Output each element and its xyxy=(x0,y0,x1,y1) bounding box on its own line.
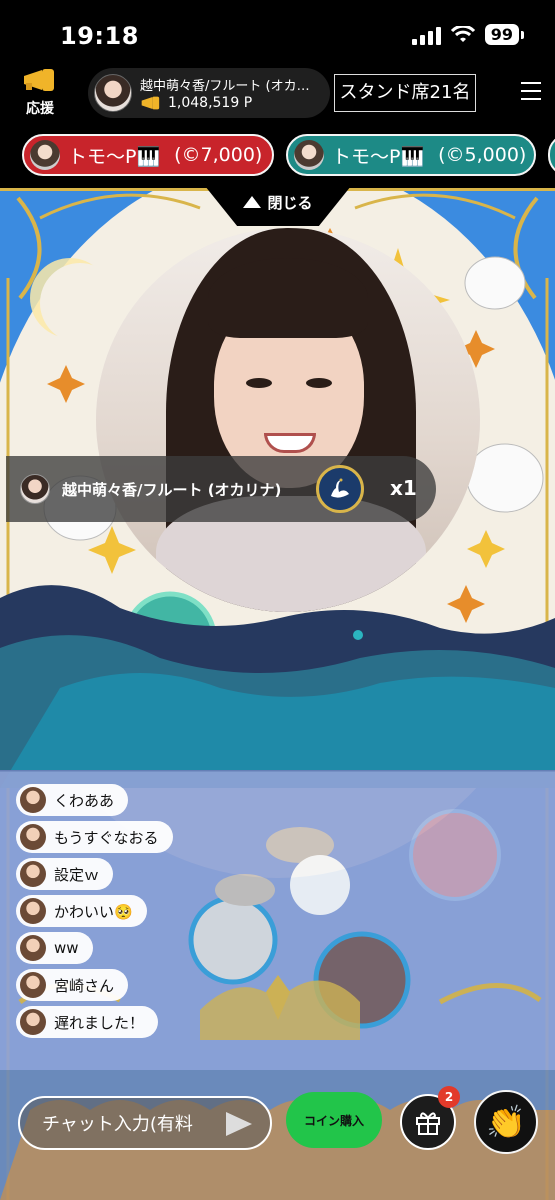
performer-video[interactable] xyxy=(96,228,480,612)
chat-message[interactable]: くわああ xyxy=(16,784,129,816)
chat-text: 設定ｗ xyxy=(54,865,100,884)
chat-text: 遅れました！ xyxy=(54,1013,145,1032)
cheer-label: 応援 xyxy=(26,101,54,117)
avatar xyxy=(294,140,324,170)
chat-text: ww xyxy=(54,939,79,957)
header: 応援 越中萌々香/フルート (オカ… 1,048,519 P スタンド席21名 xyxy=(0,64,555,124)
send-icon[interactable] xyxy=(226,1112,252,1136)
menu-icon[interactable] xyxy=(521,82,541,106)
avatar xyxy=(30,140,60,170)
status-time: 19:18 xyxy=(60,22,139,50)
wifi-icon xyxy=(450,25,475,42)
avatar xyxy=(20,474,50,504)
ranking-amount: (©5,000) xyxy=(438,144,527,166)
performer-bar[interactable]: 越中萌々香/フルート (オカリナ) x1 xyxy=(6,456,436,522)
buy-coins-button[interactable]: コイン購入 xyxy=(286,1092,382,1148)
avatar xyxy=(20,787,46,813)
chat-message[interactable]: かわいい🥺 xyxy=(16,895,147,927)
stage: 閉じる 越中萌々香/フルート (オカリナ) x1 くわああ もうすぐなおる 設定… xyxy=(0,188,555,1200)
avatar xyxy=(20,861,46,887)
ranking-name: トモ〜P🎹 xyxy=(332,145,425,168)
ranking-pill-3[interactable] xyxy=(548,134,555,176)
megaphone-icon xyxy=(141,96,160,110)
ranking-amount: (©7,000) xyxy=(174,144,263,166)
performer-bar-name: 越中萌々香/フルート (オカリナ) xyxy=(62,480,282,499)
avatar xyxy=(20,972,46,998)
chat-message[interactable]: ww xyxy=(16,932,93,964)
clap-icon: 👏 xyxy=(486,1103,526,1141)
performer-profile[interactable]: 越中萌々香/フルート (オカ… 1,048,519 P xyxy=(88,68,330,118)
chat-input[interactable]: チャット入力(有料 xyxy=(18,1096,272,1150)
avatar xyxy=(94,74,132,112)
chat-list: くわああ もうすぐなおる 設定ｗ かわいい🥺 ww 宮崎さん 遅れました！ xyxy=(16,784,316,1043)
chat-message[interactable]: 設定ｗ xyxy=(16,858,114,890)
signal-icon xyxy=(411,25,441,45)
chat-text: もうすぐなおる xyxy=(54,828,159,847)
performer-name: 越中萌々香/フルート (オカ… xyxy=(140,79,310,94)
ranking-pill-1[interactable]: トモ〜P🎹 (©7,000) xyxy=(22,134,274,176)
chat-message[interactable]: 宮崎さん xyxy=(16,969,129,1001)
megaphone-icon xyxy=(24,69,54,91)
battery-indicator: 99 xyxy=(484,24,525,45)
chat-text: かわいい🥺 xyxy=(54,902,133,921)
gift-icon xyxy=(416,1112,440,1135)
multiplier: x1 xyxy=(390,476,417,500)
ranking-pill-2[interactable]: トモ〜P🎹 (©5,000) xyxy=(286,134,536,176)
avatar xyxy=(20,1009,46,1035)
avatar xyxy=(20,898,46,924)
status-icons: 99 xyxy=(411,24,525,45)
chat-message[interactable]: もうすぐなおる xyxy=(16,821,173,853)
ranking-name: トモ〜P🎹 xyxy=(68,145,161,168)
stand-seats-button[interactable]: スタンド席21名 xyxy=(334,74,476,112)
gift-count-badge: 2 xyxy=(438,1086,460,1108)
status-bar: 19:18 99 xyxy=(0,0,555,64)
ranking-row: トモ〜P🎹 (©7,000) トモ〜P🎹 (©5,000) xyxy=(0,124,555,188)
swan-badge-icon xyxy=(316,465,364,513)
points-value: 1,048,519 P xyxy=(168,95,253,111)
chat-text: くわああ xyxy=(54,791,115,810)
clap-button[interactable]: 👏 xyxy=(474,1090,538,1154)
points-display: 1,048,519 P xyxy=(140,95,252,111)
caret-up-icon xyxy=(243,196,262,208)
close-label: 閉じる xyxy=(267,193,313,212)
avatar xyxy=(20,935,46,961)
cheer-button[interactable]: 応援 xyxy=(16,68,64,120)
chat-input-placeholder: チャット入力(有料 xyxy=(42,1114,193,1135)
chat-message[interactable]: 遅れました！ xyxy=(16,1006,159,1038)
chat-text: 宮崎さん xyxy=(54,976,115,995)
avatar xyxy=(20,824,46,850)
